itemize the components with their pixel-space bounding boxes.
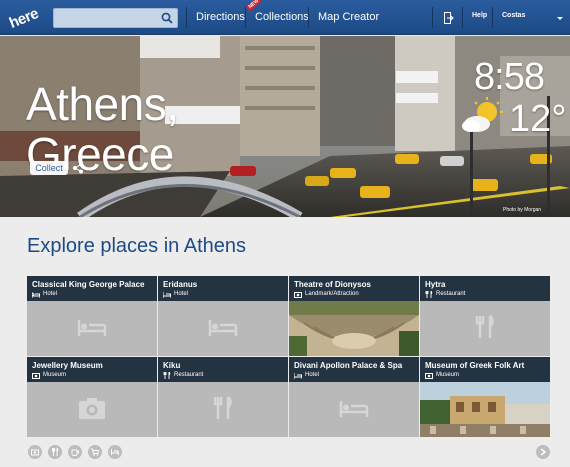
place-card[interactable]: Kiku Restaurant (158, 357, 288, 437)
place-category: Museum (436, 372, 460, 378)
nav-directions[interactable]: Directions (196, 11, 245, 23)
nav-divider (432, 7, 433, 28)
chevron-down-icon[interactable] (557, 17, 563, 20)
nav-divider (186, 7, 187, 28)
cutlery-icon (52, 448, 59, 456)
bed-icon (163, 292, 171, 298)
collect-button[interactable]: Collect (30, 161, 68, 175)
place-card[interactable]: Museum of Greek Folk Art Museum (420, 357, 550, 437)
nav-map-creator[interactable]: Map Creator (318, 11, 379, 23)
place-name: Divani Apollon Palace & Spa (294, 361, 403, 370)
photo-credit: Photo by Morgan (503, 207, 542, 213)
temperature: 12° (509, 98, 567, 140)
cutlery-icon (475, 315, 494, 338)
place-category: Landmark/Attraction (305, 291, 359, 297)
place-name: Eridanus (163, 280, 198, 289)
place-card[interactable]: Divani Apollon Palace & Spa Hotel (289, 357, 419, 437)
museum-photo (420, 382, 550, 437)
camera-icon (32, 373, 40, 379)
place-category: Hotel (305, 372, 320, 378)
cutlery-icon (163, 372, 171, 379)
top-bar: here Directions NEW Collections Map Crea… (0, 0, 570, 35)
place-name: Theatre of Dionysos (294, 280, 371, 289)
hero-banner: Athens, Greece Collect 8:58 12° Photo by… (0, 36, 570, 217)
camera-icon (79, 398, 105, 419)
sign-out-icon[interactable] (444, 12, 454, 24)
nav-divider (308, 7, 309, 28)
bed-icon (32, 292, 40, 298)
place-category: Restaurant (436, 291, 466, 297)
place-category: Hotel (43, 291, 58, 297)
nav-collections[interactable]: Collections (255, 11, 309, 23)
filter-cafe[interactable] (68, 445, 82, 459)
place-name: Classical King George Palace (32, 280, 145, 289)
coffee-icon (71, 449, 79, 456)
search-icon[interactable] (161, 12, 173, 24)
bed-icon (339, 401, 369, 417)
new-badge: NEW (245, 0, 262, 12)
place-card[interactable]: Hytra Restaurant (420, 276, 550, 356)
bed-icon (294, 373, 302, 379)
here-logo[interactable]: here (6, 4, 46, 32)
local-time: 8:58 (474, 56, 545, 98)
place-category: Museum (43, 372, 67, 378)
place-card[interactable]: Eridanus Hotel (158, 276, 288, 356)
filter-hotel[interactable] (108, 445, 122, 459)
place-category: Hotel (174, 291, 189, 297)
cart-icon (91, 448, 99, 456)
cutlery-icon (425, 291, 433, 298)
place-name: Jewellery Museum (32, 361, 103, 370)
place-card[interactable]: Theatre of Dionysos Landmark/Attraction (289, 276, 419, 356)
bed-icon (77, 320, 107, 336)
theatre-photo (289, 301, 419, 356)
help-link[interactable]: Help (472, 12, 487, 19)
search-box[interactable] (53, 8, 178, 28)
explore-heading: Explore places in Athens (27, 235, 247, 257)
partly-cloudy-icon (462, 97, 503, 132)
user-menu[interactable]: Costas (502, 12, 525, 19)
chevron-right-icon (540, 448, 546, 456)
place-name: Kiku (163, 361, 181, 370)
filter-camera[interactable] (28, 445, 42, 459)
nav-divider (245, 7, 246, 28)
place-category: Restaurant (174, 372, 204, 378)
place-card[interactable]: Classical King George Palace Hotel (27, 276, 157, 356)
camera-icon (294, 292, 302, 298)
nav-divider (492, 7, 493, 28)
bed-icon (111, 449, 119, 455)
filter-restaurant[interactable] (48, 445, 62, 459)
camera-icon (31, 449, 39, 456)
filter-shopping[interactable] (88, 445, 102, 459)
cutlery-icon (213, 396, 232, 419)
next-page-button[interactable] (536, 445, 550, 459)
city-title-line1: Athens, (26, 78, 179, 130)
camera-icon (425, 373, 433, 379)
places-grid: Classical King George Palace Hotel Erida… (27, 276, 550, 437)
place-card[interactable]: Jewellery Museum Museum (27, 357, 157, 437)
nav-divider (462, 7, 463, 28)
place-name: Museum of Greek Folk Art (425, 361, 525, 370)
share-icon[interactable] (72, 162, 84, 174)
place-name: Hytra (425, 280, 446, 289)
search-input[interactable] (54, 10, 154, 28)
bed-icon (208, 320, 238, 336)
